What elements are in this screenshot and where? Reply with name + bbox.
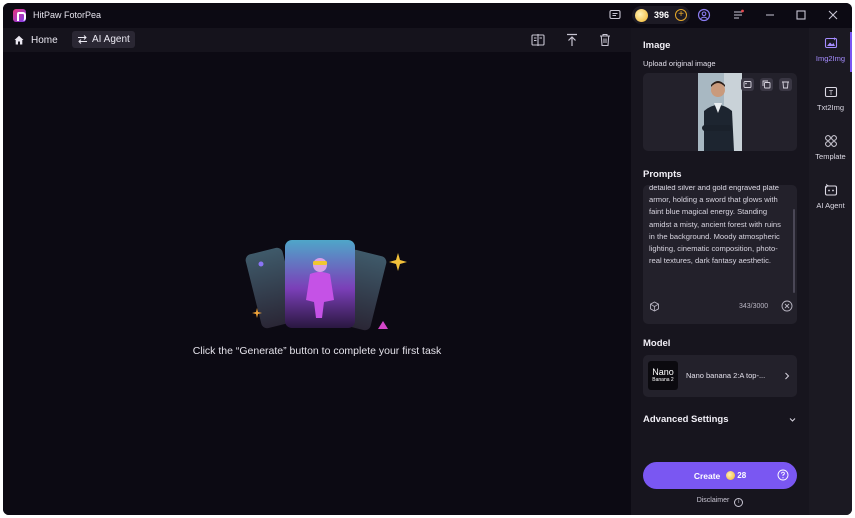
- dot-decoration: [258, 261, 264, 267]
- txt2img-icon: T: [824, 86, 837, 98]
- prompt-text[interactable]: detailed silver and gold engraved plate …: [649, 185, 787, 267]
- swap-icon: [78, 35, 87, 44]
- sidebar-item-template[interactable]: Template: [809, 134, 852, 161]
- coin-icon: [635, 8, 648, 22]
- disclaimer-label: Disclaimer: [696, 497, 730, 504]
- sparkle-large: [389, 253, 407, 271]
- add-credits-icon[interactable]: +: [675, 9, 688, 21]
- user-account-icon[interactable]: [697, 8, 711, 22]
- template-icon: [824, 135, 837, 147]
- upload-label: Upload original image: [643, 59, 716, 68]
- char-counter: 343/3000: [739, 303, 769, 310]
- sidebar-item-label: AI Agent: [816, 201, 845, 210]
- disclaimer-link[interactable]: Disclaimer i: [631, 497, 809, 507]
- minimize-icon[interactable]: [763, 8, 777, 22]
- sidebar-item-ai-agent[interactable]: AI Agent: [809, 183, 852, 210]
- home-icon: [14, 35, 24, 45]
- uploaded-photo: [698, 73, 742, 151]
- ai-agent-button[interactable]: AI Agent: [72, 31, 135, 48]
- top-toolbar: Home AI Agent: [3, 28, 631, 52]
- triangle-decoration: [378, 321, 388, 329]
- help-icon[interactable]: [777, 469, 789, 481]
- model-thumb-line2: Banana 2: [652, 377, 674, 383]
- model-thumbnail: Nano Banana 2: [648, 361, 678, 390]
- create-cost: 28: [737, 471, 747, 480]
- prompt-input[interactable]: detailed silver and gold engraved plate …: [643, 185, 797, 324]
- ai-agent-label: AI Agent: [92, 34, 130, 45]
- prompt-enhance-icon[interactable]: [649, 301, 660, 312]
- clear-prompt-icon[interactable]: [781, 300, 793, 312]
- mode-sidebar: Img2Img T Txt2Img Template AI Agent: [809, 28, 852, 515]
- info-icon: i: [734, 498, 744, 507]
- chevron-down-icon[interactable]: [788, 416, 797, 424]
- empty-state-message: Click the “Generate” button to complete …: [192, 345, 442, 357]
- sidebar-item-txt2img[interactable]: T Txt2Img: [809, 85, 852, 112]
- credits-count: 396: [654, 10, 670, 20]
- replace-image-icon[interactable]: [741, 78, 754, 91]
- app-title: HitPaw FotorPea: [33, 10, 102, 20]
- menu-icon[interactable]: [731, 8, 745, 22]
- message-icon[interactable]: [608, 8, 622, 22]
- coin-icon: [726, 471, 736, 480]
- model-heading: Model: [643, 338, 671, 349]
- prompts-heading: Prompts: [643, 169, 682, 180]
- create-label: Create: [693, 470, 721, 481]
- image-upload-box[interactable]: [643, 73, 797, 151]
- sidebar-item-label: Template: [815, 152, 846, 161]
- model-thumb-line1: Nano: [652, 367, 674, 377]
- sidebar-item-label: Txt2Img: [816, 103, 845, 112]
- settings-panel: Image Upload original image Prompts deta…: [631, 28, 809, 515]
- model-selector[interactable]: Nano Banana 2 Nano banana 2:A top-...: [643, 355, 797, 397]
- delete-icon[interactable]: [597, 32, 613, 48]
- home-label: Home: [31, 34, 58, 46]
- svg-text:T: T: [828, 90, 833, 97]
- compare-icon[interactable]: [530, 32, 546, 48]
- empty-state-illustration: [245, 240, 407, 331]
- close-icon[interactable]: [826, 8, 840, 22]
- copy-image-icon[interactable]: [760, 78, 773, 91]
- create-button[interactable]: Create 28: [643, 462, 797, 489]
- credits-badge[interactable]: 396 +: [632, 6, 690, 24]
- maximize-icon[interactable]: [794, 8, 808, 22]
- export-icon[interactable]: [564, 32, 580, 48]
- app-logo-icon: [13, 9, 26, 22]
- prompt-scrollbar[interactable]: [793, 209, 795, 293]
- title-bar: HitPaw FotorPea 396 +: [3, 3, 852, 28]
- sidebar-item-img2img[interactable]: Img2Img: [809, 32, 852, 76]
- sidebar-item-label: Img2Img: [815, 54, 846, 63]
- img2img-icon: [824, 37, 837, 49]
- image-heading: Image: [643, 40, 671, 51]
- model-name: Nano banana 2:A top-...: [686, 371, 766, 380]
- ai-agent-icon: [824, 183, 837, 196]
- active-indicator: [850, 32, 852, 72]
- advanced-settings-toggle[interactable]: Advanced Settings: [643, 414, 729, 425]
- app-window: HitPaw FotorPea 396 + Home AI Agent Clic…: [3, 3, 852, 515]
- home-button[interactable]: Home: [13, 32, 58, 48]
- canvas-area: Click the “Generate” button to complete …: [3, 52, 631, 515]
- remove-image-icon[interactable]: [779, 78, 792, 91]
- chevron-right-icon: [785, 372, 790, 380]
